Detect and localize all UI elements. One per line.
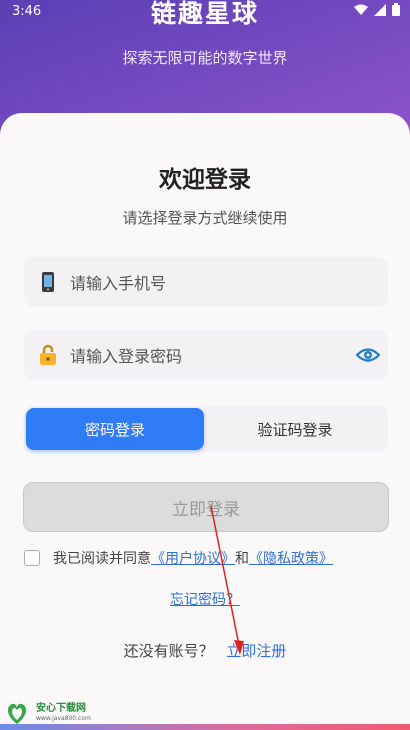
- agreement-row: 我已阅读并同意 《用户协议》 和 《隐私政策》: [24, 548, 404, 568]
- phone-input[interactable]: [68, 257, 352, 309]
- lock-icon: [40, 344, 56, 365]
- agreement-and: 和: [235, 551, 249, 567]
- password-field[interactable]: [24, 330, 388, 382]
- user-agreement-link[interactable]: 《用户协议》: [151, 548, 235, 568]
- app-subtitle: 探索无限可能的数字世界: [122, 49, 288, 67]
- tab-code-login[interactable]: 验证码登录: [206, 408, 384, 450]
- login-title: 欢迎登录: [159, 167, 251, 193]
- watermark: 安心下载网 www.java800.com: [4, 700, 108, 726]
- phone-icon: [42, 272, 54, 292]
- forgot-password-link[interactable]: 忘记密码？: [170, 592, 240, 608]
- login-method-tabs: 密码登录 验证码登录: [24, 406, 388, 452]
- forgot-password-row: 忘记密码？: [0, 589, 410, 609]
- bottom-bar: [0, 724, 410, 730]
- password-input[interactable]: [68, 330, 352, 382]
- agreement-prefix: 我已阅读并同意: [53, 551, 151, 567]
- login-button[interactable]: 立即登录: [23, 482, 389, 532]
- tab-password-login[interactable]: 密码登录: [26, 408, 204, 450]
- register-prompt: 还没有账号？: [123, 642, 214, 660]
- app-title: 链趣星球: [150, 0, 259, 28]
- privacy-policy-link[interactable]: 《隐私政策》: [249, 548, 333, 568]
- login-subtitle: 请选择登录方式继续使用: [122, 209, 288, 227]
- register-row: 还没有账号？ 立即注册: [0, 640, 410, 661]
- watermark-url: www.java800.com: [36, 715, 91, 722]
- register-link[interactable]: 立即注册: [226, 642, 286, 660]
- watermark-logo-icon: [7, 703, 27, 724]
- watermark-name: 安心下载网: [36, 703, 86, 714]
- agreement-checkbox[interactable]: [24, 550, 40, 566]
- phone-field[interactable]: [24, 257, 388, 309]
- eye-icon[interactable]: [356, 345, 380, 365]
